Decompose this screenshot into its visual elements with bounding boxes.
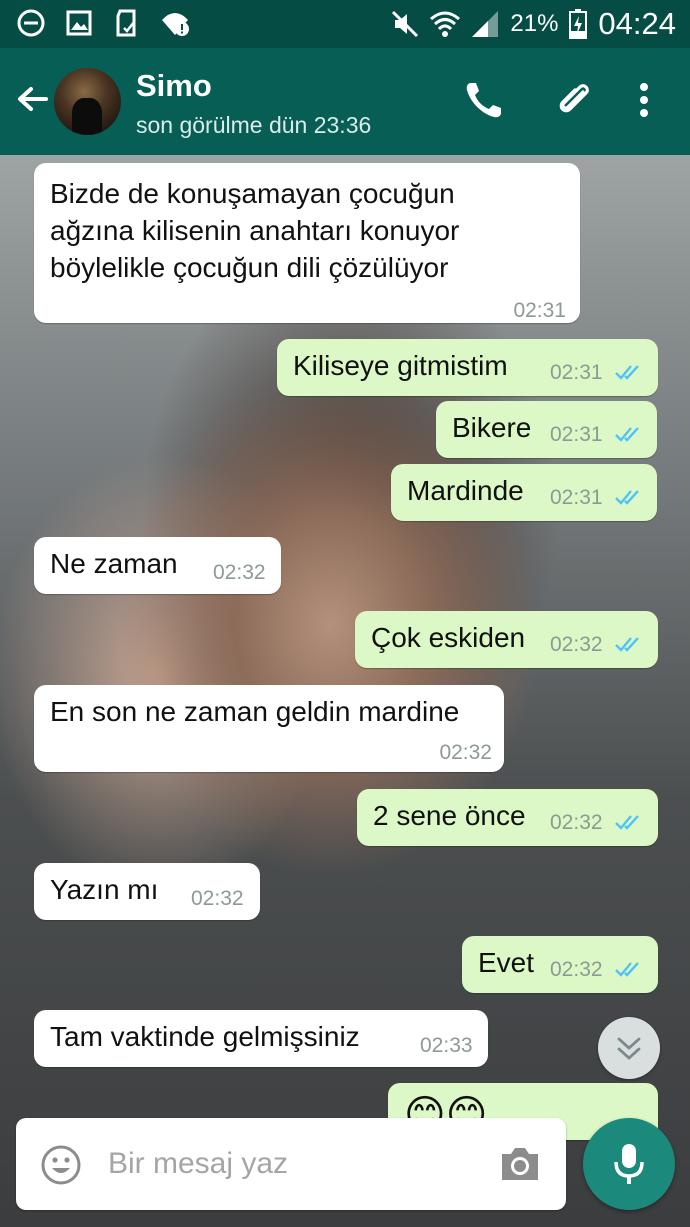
message-text: Yazın mı [50,874,159,905]
battery-percent: 21% [510,10,559,37]
message-bubble-outgoing[interactable]: Mardinde 02:31 [391,464,657,521]
read-ticks-icon [615,815,639,830]
message-time: 02:31 [550,486,603,509]
message-time: 02:32 [550,958,603,981]
message-bubble-outgoing[interactable]: Kiliseye gitmistim 02:31 [277,339,658,396]
message-input[interactable] [108,1142,478,1186]
mic-button[interactable] [583,1118,675,1210]
clock: 04:24 [598,6,676,41]
sd-card-icon [116,9,136,37]
message-bubble-outgoing[interactable]: Bikere 02:31 [436,401,657,458]
message-time: 02:32 [191,887,244,910]
message-time: 02:33 [420,1034,473,1057]
message-bubble-outgoing[interactable]: Çok eskiden 02:32 [355,611,658,668]
message-time: 02:32 [439,741,492,764]
message-bubble-incoming[interactable]: En son ne zaman geldin mardine 02:32 [34,685,504,772]
attach-icon[interactable] [553,78,597,122]
status-icons-left [16,8,190,38]
message-time: 02:32 [550,633,603,656]
scroll-down-button[interactable] [598,1017,660,1079]
message-text: Kiliseye gitmistim [293,350,508,381]
message-text: Bikere [452,412,532,443]
message-text: Tam vaktinde gelmişsiniz [50,1021,360,1052]
message-text: Ne zaman [50,548,178,579]
wifi-icon [430,11,461,37]
wifi-alert-icon [162,13,189,36]
last-seen-status: son görülme dün 23:36 [136,112,372,138]
message-bubble-outgoing[interactable]: 2 sene önce 02:32 [357,789,658,846]
mic-icon [614,1144,644,1184]
status-bar: 21% 04:24 [0,0,690,48]
message-text: En son ne zaman geldin mardine [50,696,460,727]
message-time: 02:32 [213,561,266,584]
message-time: 02:31 [513,299,566,322]
status-icons-right: 21% 04:24 [390,6,676,42]
read-ticks-icon [615,637,639,652]
camera-icon[interactable] [498,1144,542,1184]
battery-charging-icon [569,9,588,39]
read-ticks-icon [615,962,639,977]
image-icon [66,10,92,36]
message-text: Evet [478,947,535,978]
message-time: 02:31 [550,361,603,384]
more-vert-icon[interactable] [622,78,666,122]
message-bubble-outgoing[interactable]: Evet 02:32 [462,936,658,993]
read-ticks-icon [615,427,639,442]
message-text: Çok eskiden [371,622,526,653]
signal-icon [472,11,499,37]
message-text: Mardinde [407,475,524,506]
message-text: 2 sene önce [373,800,526,831]
message-text: Bizde de konuşamayan çocuğun [50,178,455,209]
chat-header: Simo son görülme dün 23:36 [0,48,690,155]
message-time: 02:31 [550,423,603,446]
message-text: böylelikle çocuğun dili çözülüyor [50,252,449,283]
avatar[interactable] [54,68,121,135]
back-arrow-icon[interactable] [12,80,52,120]
message-bubble-incoming[interactable]: Bizde de konuşamayan çocuğun ağzına kili… [34,163,580,323]
message-bubble-incoming[interactable]: Yazın mı 02:32 [34,863,260,920]
message-text: ağzına kilisenin anahtarı konuyor [50,215,460,246]
emoji-icon[interactable] [40,1144,82,1186]
message-time: 02:32 [550,811,603,834]
contact-name[interactable]: Simo [136,68,212,104]
read-ticks-icon [615,365,639,380]
chat-area[interactable]: Bizde de konuşamayan çocuğun ağzına kili… [0,155,690,1227]
message-bubble-incoming[interactable]: Ne zaman 02:32 [34,537,281,594]
message-bubble-incoming[interactable]: Tam vaktinde gelmişsiniz 02:33 [34,1010,488,1067]
phone-icon[interactable] [462,78,506,122]
mute-icon [392,10,419,38]
message-composer [16,1118,566,1210]
dnd-icon [17,9,45,37]
read-ticks-icon [615,490,639,505]
